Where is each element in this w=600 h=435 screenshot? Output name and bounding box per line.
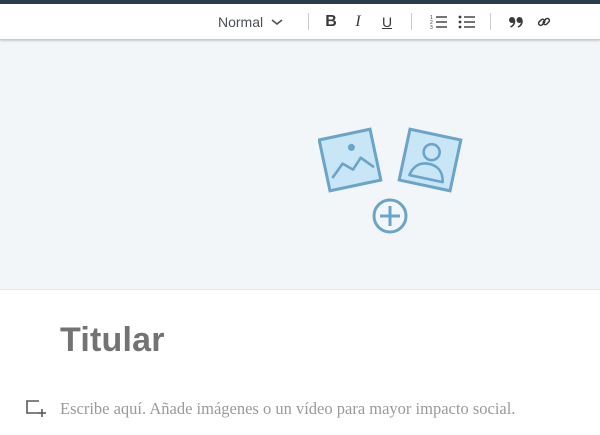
- ordered-list-button[interactable]: 1 2 3: [428, 4, 450, 39]
- svg-text:3: 3: [430, 25, 433, 30]
- chevron-down-icon: [271, 18, 283, 25]
- underline-button[interactable]: U: [376, 4, 398, 39]
- unordered-list-icon: [458, 15, 475, 28]
- unordered-list-button[interactable]: [456, 4, 478, 39]
- text-style-select[interactable]: Normal: [218, 4, 290, 39]
- text-style-value: Normal: [218, 13, 264, 30]
- link-button[interactable]: [533, 4, 555, 39]
- ordered-list-icon: 1 2 3: [430, 15, 447, 30]
- add-image-icon: [318, 127, 463, 234]
- quote-button[interactable]: [505, 4, 527, 39]
- toolbar-separator: [308, 13, 309, 30]
- add-media-icon[interactable]: [25, 397, 47, 419]
- article-body-input[interactable]: Escribe aquí. Añade imágenes o un vídeo …: [60, 398, 515, 420]
- article-title-input[interactable]: Titular: [60, 318, 165, 362]
- link-icon: [537, 17, 551, 26]
- bold-button[interactable]: B: [320, 4, 342, 39]
- toolbar-separator: [411, 13, 412, 30]
- cover-image-upload[interactable]: [0, 40, 600, 290]
- editor-toolbar: Normal B I U 1 2 3: [0, 4, 600, 40]
- toolbar-separator: [490, 13, 491, 30]
- italic-button[interactable]: I: [347, 4, 369, 39]
- quote-icon: [509, 16, 523, 28]
